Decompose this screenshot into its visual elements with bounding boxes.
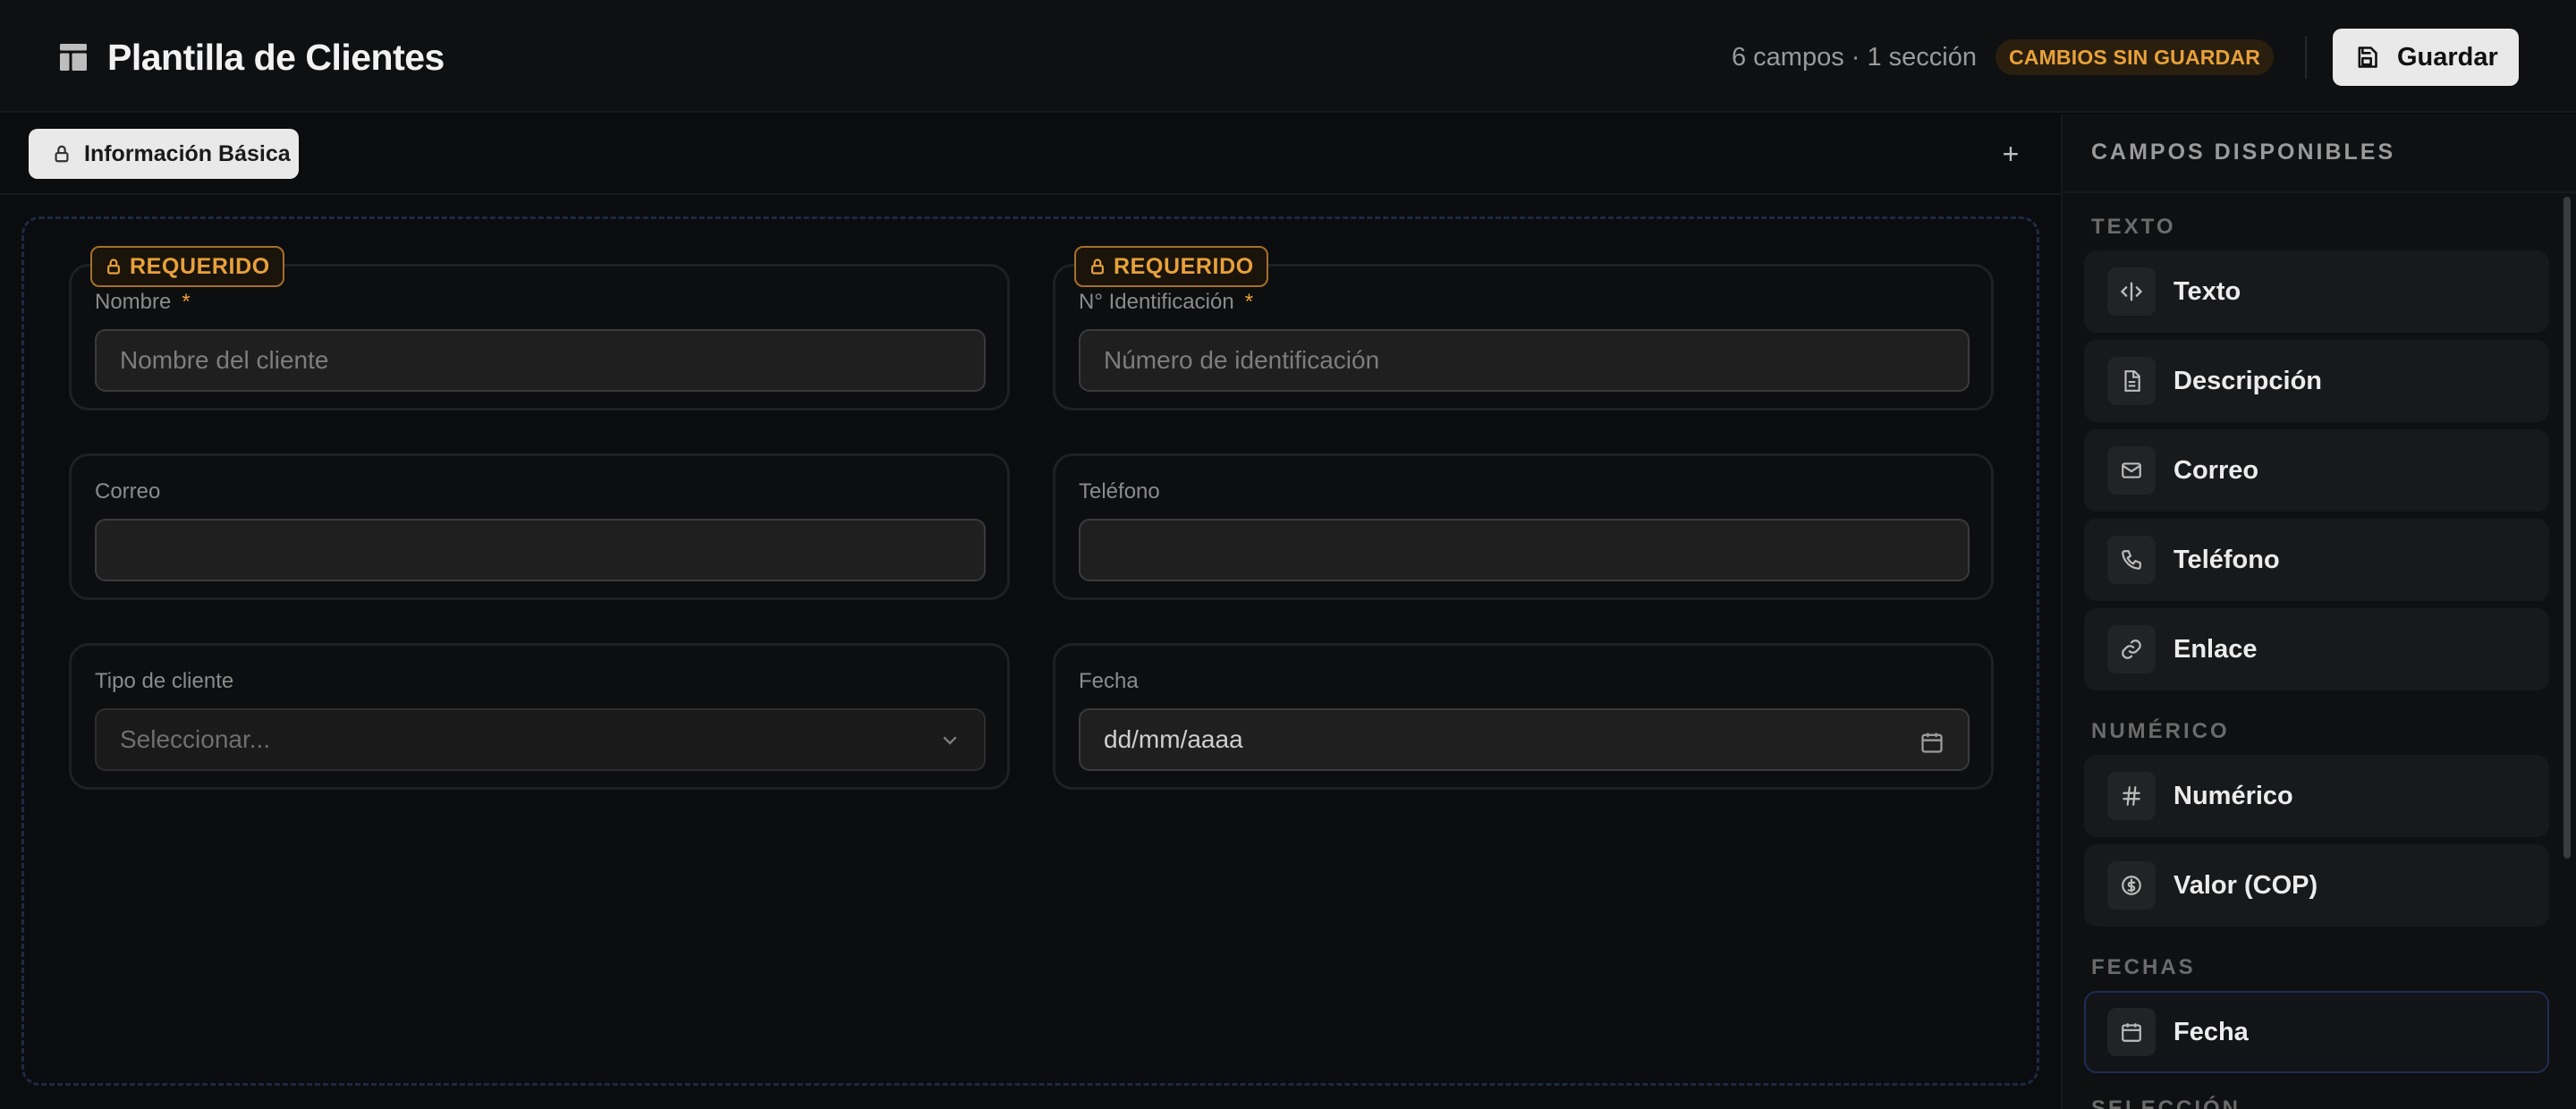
sidebar-item-texto[interactable]: Texto: [2084, 250, 2549, 333]
sidebar-title: CAMPOS DISPONIBLES: [2091, 140, 2396, 165]
sidebar-item-valor-cop[interactable]: Valor (COP): [2084, 844, 2549, 927]
sidebar-scrollbar[interactable]: [2563, 197, 2571, 859]
phone-icon: [2107, 536, 2156, 584]
layout-template-icon: [60, 44, 87, 71]
select-placeholder: Seleccionar...: [120, 725, 271, 753]
sidebar-item-label: Descripción: [2174, 366, 2322, 395]
date-placeholder: dd/mm/aaaa: [1104, 725, 1243, 753]
top-bar: Plantilla de Clientes 6 campos · 1 secci…: [0, 0, 2576, 113]
tab-informacion-basica[interactable]: Información Básica: [29, 129, 299, 179]
field-card-fecha[interactable]: Fecha dd/mm/aaaa: [1053, 643, 1994, 790]
save-icon: [2358, 47, 2377, 68]
nombre-input[interactable]: Nombre del cliente: [95, 329, 986, 392]
hash-icon: [2107, 772, 2156, 820]
required-badge: REQUERIDO: [1074, 246, 1268, 287]
group-label-seleccion: SELECCIÓN: [2091, 1096, 2241, 1109]
link-icon: [2107, 625, 2156, 673]
sidebar-item-label: Enlace: [2174, 634, 2258, 664]
sidebar-item-label: Correo: [2174, 455, 2259, 485]
identificacion-input[interactable]: Número de identificación: [1079, 329, 1970, 392]
sidebar-item-numerico[interactable]: Numérico: [2084, 755, 2549, 837]
field-label: Fecha: [1079, 669, 1139, 693]
calendar-icon[interactable]: [1919, 730, 1945, 755]
sidebar-item-telefono[interactable]: Teléfono: [2084, 519, 2549, 601]
mail-icon: [2107, 446, 2156, 495]
correo-input[interactable]: [95, 519, 986, 581]
lock-icon: [107, 258, 120, 275]
sidebar-item-enlace[interactable]: Enlace: [2084, 608, 2549, 690]
fecha-input[interactable]: dd/mm/aaaa: [1079, 708, 1970, 771]
sidebar-item-label: Numérico: [2174, 781, 2293, 810]
group-label-fechas: FECHAS: [2091, 955, 2196, 979]
calendar-icon: [2107, 1008, 2156, 1056]
unsaved-status-badge: CAMBIOS SIN GUARDAR: [1996, 39, 2274, 75]
sidebar-item-descripcion[interactable]: Descripción: [2084, 340, 2549, 422]
sidebar-item-label: Texto: [2174, 276, 2241, 306]
sidebar-item-fecha[interactable]: Fecha: [2084, 991, 2549, 1073]
header-divider: [2305, 36, 2307, 79]
field-card-correo[interactable]: Correo: [69, 453, 1010, 600]
sidebar-item-label: Fecha: [2174, 1017, 2249, 1046]
group-label-texto: TEXTO: [2091, 215, 2176, 239]
available-fields-sidebar: CAMPOS DISPONIBLES TEXTO Texto Descripci…: [2063, 114, 2576, 1109]
section-tabs-bar: Información Básica +: [0, 114, 2061, 195]
sidebar-divider: [2063, 191, 2576, 193]
form-canvas-dropzone[interactable]: Nombre * Nombre del cliente REQUERIDO N° …: [21, 216, 2039, 1086]
required-star: *: [182, 290, 191, 314]
required-badge: REQUERIDO: [90, 246, 284, 287]
required-star: *: [1244, 290, 1254, 314]
save-button[interactable]: Guardar: [2333, 29, 2519, 86]
group-label-numerico: NUMÉRICO: [2091, 719, 2230, 743]
lock-icon: [1091, 258, 1104, 275]
field-count-meta: 6 campos · 1 sección: [1731, 43, 1977, 72]
add-section-button[interactable]: +: [1995, 138, 2027, 170]
page-title: Plantilla de Clientes: [107, 37, 445, 78]
field-label: N° Identificación *: [1079, 290, 1254, 314]
lock-icon: [55, 145, 69, 163]
sidebar-item-label: Valor (COP): [2174, 870, 2318, 900]
field-label: Tipo de cliente: [95, 669, 234, 693]
field-label: Correo: [95, 479, 161, 504]
save-button-label: Guardar: [2397, 42, 2498, 72]
sidebar-item-correo[interactable]: Correo: [2084, 429, 2549, 512]
field-label: Nombre *: [95, 290, 191, 314]
tab-label: Información Básica: [84, 140, 291, 166]
field-card-tipo-cliente[interactable]: Tipo de cliente Seleccionar...: [69, 643, 1010, 790]
chevron-down-icon: [943, 736, 957, 745]
file-text-icon: [2107, 357, 2156, 405]
tipo-cliente-select[interactable]: Seleccionar...: [95, 708, 986, 771]
sidebar-item-label: Teléfono: [2174, 545, 2280, 574]
text-cursor-icon: [2107, 267, 2156, 316]
currency-icon: [2107, 861, 2156, 910]
field-card-telefono[interactable]: Teléfono: [1053, 453, 1994, 600]
telefono-input[interactable]: [1079, 519, 1970, 581]
field-label: Teléfono: [1079, 479, 1160, 504]
